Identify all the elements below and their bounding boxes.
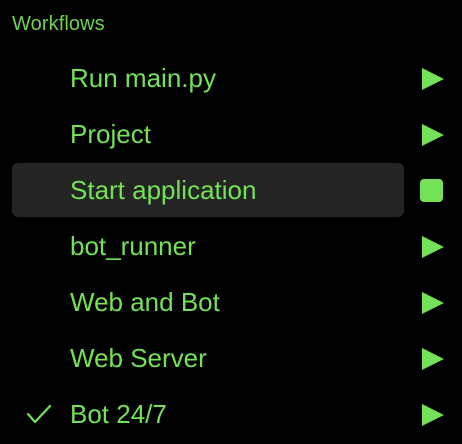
- section-title: Workflows: [12, 13, 105, 35]
- workflow-item-project[interactable]: Project: [12, 106, 450, 162]
- play-icon[interactable]: [416, 122, 446, 148]
- workflow-label: Web Server: [70, 343, 207, 373]
- workflow-label: bot_runner: [70, 231, 196, 261]
- workflow-item-web-and-bot[interactable]: Web and Bot: [12, 274, 450, 330]
- workflows-panel: Workflows Run main.py Project Start appl…: [0, 0, 462, 444]
- workflow-item-bot-runner[interactable]: bot_runner: [12, 218, 450, 274]
- workflow-item-run-main-py[interactable]: Run main.py: [12, 50, 450, 106]
- play-icon[interactable]: [416, 346, 446, 372]
- workflow-item-start-application[interactable]: Start application: [12, 162, 450, 218]
- workflow-label: Project: [70, 119, 151, 149]
- workflow-item-bot-24-7[interactable]: Bot 24/7: [12, 386, 450, 442]
- workflow-item-web-server[interactable]: Web Server: [12, 330, 450, 386]
- stop-icon[interactable]: [416, 178, 446, 204]
- workflow-label: Run main.py: [70, 63, 216, 93]
- workflow-label: Web and Bot: [70, 287, 220, 317]
- play-icon[interactable]: [416, 402, 446, 428]
- workflow-list: Run main.py Project Start application bo…: [12, 50, 450, 442]
- play-icon[interactable]: [416, 290, 446, 316]
- workflow-label: Bot 24/7: [70, 399, 167, 429]
- checkmark-icon: [26, 401, 52, 427]
- workflow-label: Start application: [70, 175, 257, 205]
- play-icon[interactable]: [416, 66, 446, 92]
- play-icon[interactable]: [416, 234, 446, 260]
